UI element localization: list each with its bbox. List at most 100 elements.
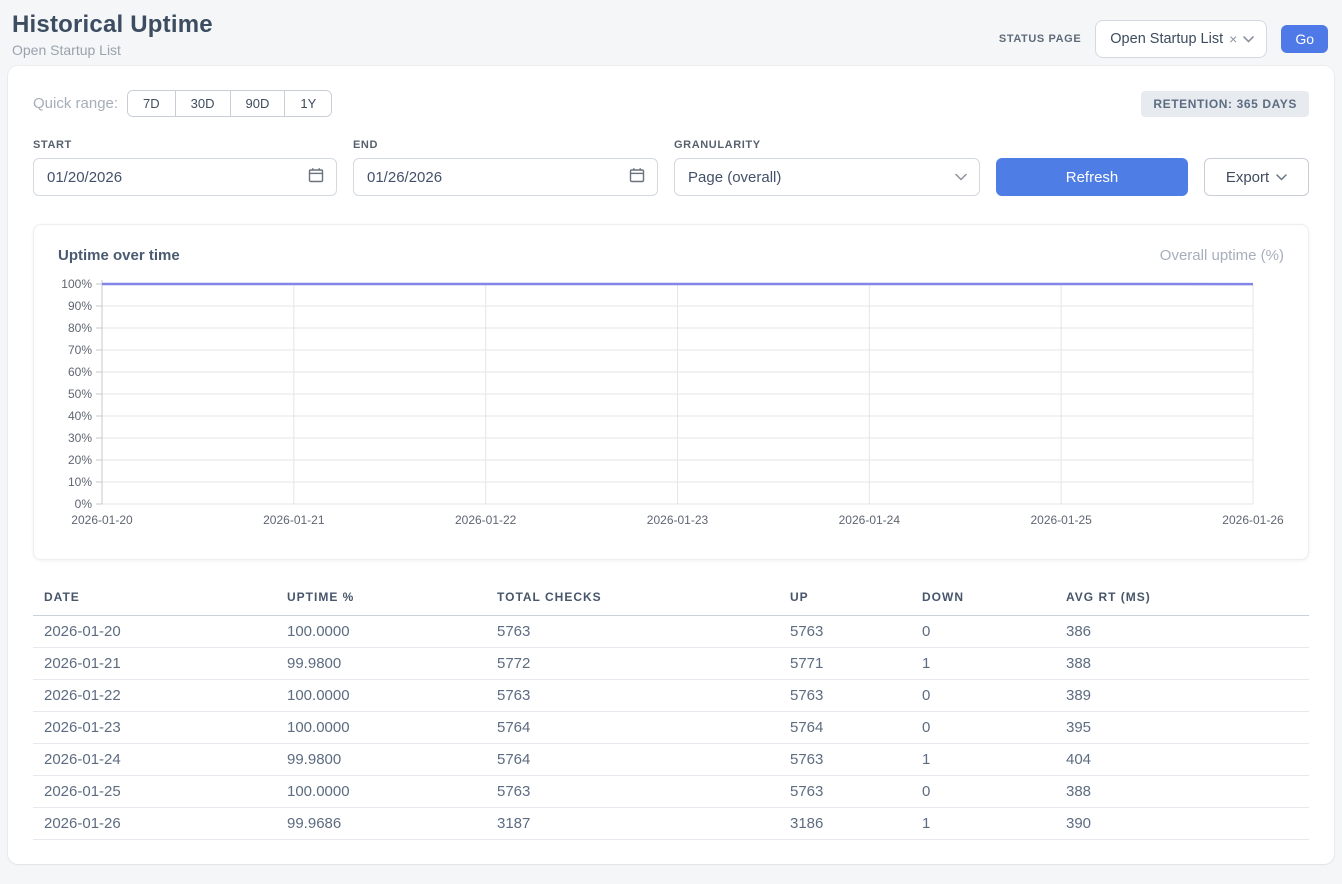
export-button[interactable]: Export <box>1204 158 1309 196</box>
table-cell: 395 <box>1055 712 1309 744</box>
table-cell: 388 <box>1055 648 1309 680</box>
calendar-icon[interactable] <box>308 167 324 187</box>
svg-text:100%: 100% <box>61 277 92 291</box>
table-cell: 1 <box>911 648 1055 680</box>
table-header-row: DATE UPTIME % TOTAL CHECKS UP DOWN AVG R… <box>33 590 1309 616</box>
chart-header: Uptime over time Overall uptime (%) <box>58 247 1284 264</box>
granularity-select[interactable]: Page (overall) <box>674 158 980 196</box>
table-cell: 5764 <box>486 744 779 776</box>
clear-selection-icon[interactable]: × <box>1229 32 1237 46</box>
chart-legend-label: Overall uptime (%) <box>1160 247 1284 264</box>
end-date-value: 01/26/2026 <box>367 169 442 186</box>
column-header-uptime: UPTIME % <box>276 590 486 616</box>
chevron-down-icon <box>1276 174 1287 181</box>
status-page-select[interactable]: Open Startup List × <box>1095 20 1267 58</box>
start-date-field-group: START 01/20/2026 <box>33 139 337 196</box>
quick-range-7d-button[interactable]: 7D <box>128 91 176 116</box>
quick-range-1y-button[interactable]: 1Y <box>285 91 331 116</box>
table-cell: 2026-01-23 <box>33 712 276 744</box>
svg-text:2026-01-24: 2026-01-24 <box>839 513 901 527</box>
end-date-label: END <box>353 139 658 151</box>
table-cell: 100.0000 <box>276 712 486 744</box>
retention-badge: RETENTION: 365 DAYS <box>1141 91 1309 117</box>
filter-fields-row: START 01/20/2026 END 01/26/2026 GRANULAR… <box>33 139 1309 196</box>
quick-range-row: Quick range: 7D 30D 90D 1Y RETENTION: 36… <box>33 90 1309 117</box>
table-cell: 100.0000 <box>276 680 486 712</box>
start-date-label: START <box>33 139 337 151</box>
uptime-line-chart: 0%10%20%30%40%50%60%70%80%90%100%2026-01… <box>58 272 1284 537</box>
table-cell: 2026-01-25 <box>33 776 276 808</box>
table-cell: 100.0000 <box>276 616 486 648</box>
page-heading: Historical Uptime Open Startup List <box>12 11 213 58</box>
calendar-icon[interactable] <box>629 167 645 187</box>
table-row: 2026-01-2499.9800576457631404 <box>33 744 1309 776</box>
page-subtitle: Open Startup List <box>12 42 213 58</box>
svg-text:50%: 50% <box>68 387 92 401</box>
table-cell: 1 <box>911 808 1055 840</box>
table-row: 2026-01-25100.0000576357630388 <box>33 776 1309 808</box>
svg-text:2026-01-20: 2026-01-20 <box>71 513 133 527</box>
table-cell: 5764 <box>779 712 911 744</box>
svg-text:20%: 20% <box>68 453 92 467</box>
svg-text:40%: 40% <box>68 409 92 423</box>
table-cell: 0 <box>911 616 1055 648</box>
table-cell: 2026-01-24 <box>33 744 276 776</box>
column-header-date: DATE <box>33 590 276 616</box>
main-panel: Quick range: 7D 30D 90D 1Y RETENTION: 36… <box>8 66 1334 864</box>
table-row: 2026-01-23100.0000576457640395 <box>33 712 1309 744</box>
table-cell: 389 <box>1055 680 1309 712</box>
svg-text:2026-01-21: 2026-01-21 <box>263 513 325 527</box>
svg-text:2026-01-26: 2026-01-26 <box>1222 513 1284 527</box>
table-cell: 5763 <box>779 744 911 776</box>
quick-range-group: 7D 30D 90D 1Y <box>127 90 332 117</box>
quick-range-30d-button[interactable]: 30D <box>176 91 231 116</box>
start-date-input[interactable]: 01/20/2026 <box>33 158 337 196</box>
table-cell: 99.9800 <box>276 648 486 680</box>
table-cell: 5763 <box>779 616 911 648</box>
page-title: Historical Uptime <box>12 11 213 39</box>
table-cell: 99.9800 <box>276 744 486 776</box>
chart-title: Uptime over time <box>58 247 180 264</box>
table-cell: 3186 <box>779 808 911 840</box>
status-page-label: STATUS PAGE <box>999 33 1081 45</box>
svg-text:90%: 90% <box>68 299 92 313</box>
quick-range-label: Quick range: <box>33 95 118 112</box>
svg-text:60%: 60% <box>68 365 92 379</box>
uptime-table-head: DATE UPTIME % TOTAL CHECKS UP DOWN AVG R… <box>33 590 1309 616</box>
export-button-label: Export <box>1226 169 1269 186</box>
table-cell: 386 <box>1055 616 1309 648</box>
table-cell: 1 <box>911 744 1055 776</box>
granularity-field-group: GRANULARITY Page (overall) <box>674 139 980 196</box>
status-page-selected-value: Open Startup List <box>1110 31 1223 47</box>
svg-text:30%: 30% <box>68 431 92 445</box>
table-row: 2026-01-20100.0000576357630386 <box>33 616 1309 648</box>
table-cell: 0 <box>911 680 1055 712</box>
uptime-chart-card: Uptime over time Overall uptime (%) 0% 10… <box>33 224 1309 560</box>
table-cell: 0 <box>911 776 1055 808</box>
column-header-up: UP <box>779 590 911 616</box>
table-cell: 390 <box>1055 808 1309 840</box>
column-header-checks: TOTAL CHECKS <box>486 590 779 616</box>
quick-range-90d-button[interactable]: 90D <box>231 91 286 116</box>
svg-text:0%: 0% <box>75 497 93 511</box>
table-cell: 5763 <box>779 680 911 712</box>
table-cell: 2026-01-20 <box>33 616 276 648</box>
table-cell: 5763 <box>486 680 779 712</box>
svg-text:70%: 70% <box>68 343 92 357</box>
start-date-value: 01/20/2026 <box>47 169 122 186</box>
status-page-controls: STATUS PAGE Open Startup List × Go <box>999 20 1328 58</box>
refresh-button[interactable]: Refresh <box>996 158 1188 196</box>
table-cell: 5772 <box>486 648 779 680</box>
svg-text:2026-01-23: 2026-01-23 <box>647 513 709 527</box>
chevron-down-icon <box>955 173 967 181</box>
go-button[interactable]: Go <box>1281 25 1328 53</box>
table-row: 2026-01-2699.9686318731861390 <box>33 808 1309 840</box>
table-cell: 0 <box>911 712 1055 744</box>
table-cell: 5764 <box>486 712 779 744</box>
svg-text:2026-01-25: 2026-01-25 <box>1030 513 1092 527</box>
top-bar: Historical Uptime Open Startup List STAT… <box>0 0 1342 64</box>
table-cell: 2026-01-21 <box>33 648 276 680</box>
table-cell: 404 <box>1055 744 1309 776</box>
column-header-avg-rt: AVG RT (MS) <box>1055 590 1309 616</box>
end-date-input[interactable]: 01/26/2026 <box>353 158 658 196</box>
